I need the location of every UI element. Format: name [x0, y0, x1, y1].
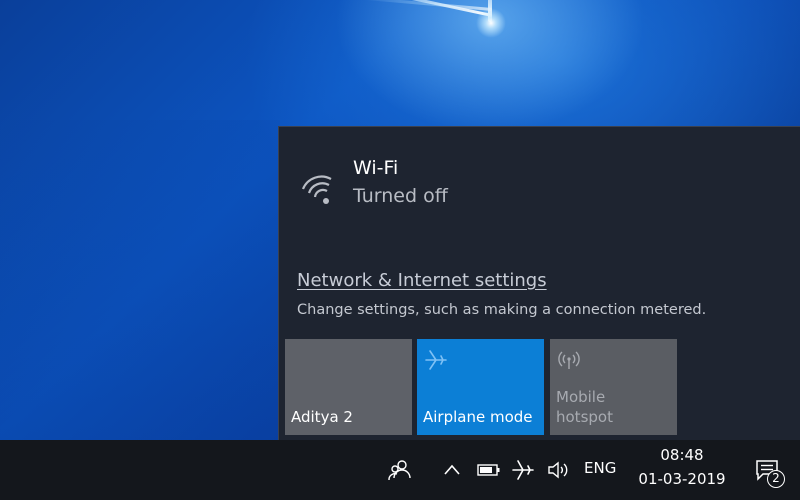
people-button[interactable] — [384, 440, 416, 500]
clock-date: 01-03-2019 — [638, 470, 726, 488]
input-language-indicator[interactable]: ENG — [584, 459, 616, 477]
wallpaper-shade — [0, 120, 280, 440]
tile-mobile-hotspot[interactable]: Mobile hotspot — [550, 339, 677, 435]
wallpaper-light-flare — [476, 8, 506, 38]
show-hidden-icons-button[interactable] — [440, 440, 464, 500]
volume-icon — [548, 461, 568, 479]
airplane-icon — [512, 460, 534, 480]
wifi-icon — [301, 175, 332, 204]
wifi-text: Wi-Fi Turned off — [353, 155, 448, 211]
tile-label: Mobile hotspot — [556, 387, 613, 427]
clock-time: 08:48 — [660, 446, 704, 464]
battery-button[interactable] — [474, 440, 504, 500]
chevron-up-icon — [444, 464, 460, 475]
wifi-name: Wi-Fi — [353, 157, 399, 179]
tile-network-aditya[interactable]: Aditya 2 — [285, 339, 412, 435]
wallpaper-light-beam — [360, 0, 493, 11]
hotspot-icon — [558, 351, 580, 369]
airplane-mode-tray-button[interactable] — [508, 440, 538, 500]
tile-label: Airplane mode — [423, 408, 533, 426]
tile-airplane-mode[interactable]: Airplane mode — [417, 339, 544, 435]
wifi-status: Turned off — [353, 185, 448, 207]
notification-count-badge: 2 — [767, 470, 785, 488]
tile-label-line1: Mobile — [556, 388, 606, 406]
wallpaper-light-beam — [284, 0, 493, 17]
network-settings-description: Change settings, such as making a connec… — [297, 302, 707, 318]
airplane-icon — [425, 350, 447, 370]
people-icon — [388, 460, 411, 481]
network-settings-link[interactable]: Network & Internet settings — [297, 270, 547, 291]
battery-icon — [477, 464, 500, 476]
tile-label: Aditya 2 — [291, 408, 353, 426]
volume-button[interactable] — [544, 440, 574, 500]
taskbar-clock[interactable]: 08:48 01-03-2019 — [632, 444, 732, 492]
network-flyout: Wi-Fi Turned off Network & Internet sett… — [278, 126, 800, 440]
action-center-button[interactable] — [750, 440, 786, 500]
tile-label-line2: hotspot — [556, 408, 613, 426]
wifi-toggle-row[interactable]: Wi-Fi Turned off — [299, 155, 448, 211]
